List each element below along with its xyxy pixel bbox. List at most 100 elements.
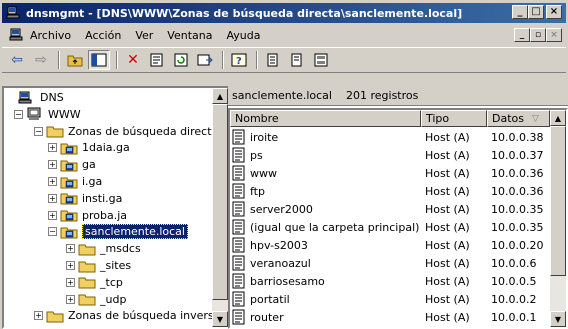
tree-node[interactable]: proba.ja (60, 207, 127, 224)
column-header-nombre[interactable]: Nombre (230, 110, 421, 127)
table-row[interactable]: portatil Host (A) 10.0.0.2 (230, 290, 550, 308)
table-row[interactable]: server2000 Host (A) 10.0.0.35 (230, 200, 550, 218)
expand-toggle[interactable]: + (66, 277, 75, 287)
expand-toggle[interactable]: + (48, 143, 57, 153)
expand-toggle[interactable]: + (66, 261, 75, 270)
record-data: 10.0.0.36 (491, 166, 544, 180)
folder-icon (46, 126, 64, 138)
table-row[interactable]: www Host (A) 10.0.0.36 (230, 164, 550, 182)
maximize-button[interactable]: □ (528, 5, 544, 19)
tree-node[interactable]: Zonas de búsqueda direct (46, 123, 212, 140)
minimize-button[interactable]: _ (512, 5, 528, 19)
new-record-button[interactable] (262, 50, 284, 70)
help-button[interactable]: ? (228, 50, 250, 70)
tree-scrollbar[interactable]: ▲ ▼ (212, 88, 228, 327)
properties-button[interactable] (146, 50, 168, 70)
table-row[interactable]: iroite Host (A) 10.0.0.38 (230, 128, 550, 146)
table-row[interactable]: veranoazul Host (A) 10.0.0.6 (230, 254, 550, 272)
toolbar-separator (116, 51, 118, 69)
list-scroll-down-button[interactable]: ▼ (550, 311, 566, 327)
tree-node[interactable]: _msdcs (78, 240, 141, 257)
list-scrollbar[interactable]: ▲ ▼ (550, 110, 566, 327)
svg-text:?: ? (236, 56, 242, 67)
zone-icon (60, 227, 78, 239)
menu-ver[interactable]: Ver (135, 29, 153, 42)
table-row[interactable]: ps Host (A) 10.0.0.37 (230, 146, 550, 164)
record-icon (232, 309, 245, 325)
collapse-toggle[interactable]: − (34, 126, 43, 136)
record-list[interactable]: Nombre Tipo Datos ▽ iroite Host (A) 10.0.0.… (228, 108, 568, 329)
back-button[interactable]: ⇦ (6, 50, 28, 70)
table-row[interactable]: (igual que la carpeta principal) Host (A)… (230, 218, 550, 236)
menu-archivo[interactable]: Archivo (30, 29, 71, 42)
server-button[interactable] (310, 50, 332, 70)
mdi-close-button[interactable]: × (546, 28, 562, 42)
list-scroll-thumb[interactable] (550, 126, 566, 276)
delete-button[interactable]: ✕ (122, 50, 144, 70)
server-icon (314, 53, 328, 67)
table-row[interactable]: barriosesamo Host (A) 10.0.0.5 (230, 272, 550, 290)
tree-scroll-thumb[interactable] (212, 104, 228, 300)
menu-ayuda[interactable]: Ayuda (226, 29, 260, 42)
table-row[interactable]: ftp Host (A) 10.0.0.36 (230, 182, 550, 200)
new-record2-button[interactable] (286, 50, 308, 70)
export-icon (197, 54, 213, 66)
expand-toggle[interactable]: + (48, 160, 57, 170)
list-scroll-up-button[interactable]: ▲ (550, 110, 566, 126)
table-row[interactable]: hpv-s2003 Host (A) 10.0.0.20 (230, 236, 550, 254)
forward-button[interactable]: ⇨ (30, 50, 52, 70)
export-button[interactable] (194, 50, 216, 70)
tree-node[interactable]: WWW (26, 106, 81, 123)
tree-node[interactable]: i.ga (60, 173, 102, 190)
tree-node[interactable]: ga (60, 156, 96, 173)
up-folder-icon (67, 55, 83, 67)
console-tree[interactable]: DNS − WWW − Zonas de búsqueda direct +1daia.g… (2, 86, 230, 329)
tree-node[interactable]: _sites (78, 257, 131, 274)
close-button[interactable]: × (546, 5, 562, 19)
collapse-toggle[interactable]: − (48, 227, 57, 237)
tree-node[interactable]: insti.ga (60, 190, 122, 207)
tree-node-label: DNS (40, 91, 64, 104)
tree-node[interactable]: _tcp (78, 274, 123, 291)
expand-toggle[interactable]: + (66, 294, 75, 304)
record-data: 10.0.0.20 (491, 238, 544, 252)
tree-node[interactable]: 1daia.ga (60, 139, 130, 156)
tree-node[interactable]: DNS (18, 89, 64, 106)
tree-node[interactable]: _udp (78, 291, 126, 308)
dns-icon (18, 91, 32, 103)
record-icon (232, 129, 245, 145)
expand-toggle[interactable]: + (48, 210, 57, 220)
record-icon (232, 183, 245, 199)
column-header-label: Nombre (235, 112, 279, 125)
up-level-button[interactable] (64, 50, 86, 70)
column-header-label: Datos (492, 112, 524, 125)
mdi-restore-button[interactable]: ▫ (530, 28, 546, 42)
tree-node[interactable]: sanclemente.local (60, 223, 188, 240)
expand-toggle[interactable]: + (66, 244, 75, 254)
mdi-minimize-button[interactable]: _ (514, 28, 530, 42)
expand-toggle[interactable]: + (48, 193, 57, 203)
column-header-datos[interactable]: Datos ▽ (487, 110, 550, 127)
menu-accion[interactable]: Acción (85, 29, 121, 42)
refresh-button[interactable] (170, 50, 192, 70)
zone-name: sanclemente.local (232, 89, 332, 102)
show-tree-button[interactable] (88, 50, 110, 70)
column-header-tipo[interactable]: Tipo (421, 110, 487, 127)
collapse-toggle[interactable]: − (14, 109, 23, 119)
record-icon (232, 237, 245, 253)
expand-toggle[interactable]: + (48, 177, 57, 186)
zone-icon (60, 193, 78, 205)
expand-toggle[interactable]: + (34, 311, 43, 321)
console-icon[interactable] (8, 28, 26, 42)
record-icon (267, 53, 278, 67)
title-bar[interactable]: dnsmgmt - [DNS\WWW\Zonas de búsqueda dir… (2, 3, 566, 23)
folder-icon (78, 261, 96, 272)
record-type: Host (A) (425, 274, 470, 288)
tree-scroll-down-button[interactable]: ▼ (212, 311, 228, 327)
tree-scroll-up-button[interactable]: ▲ (212, 88, 228, 104)
details-header: sanclemente.local 201 registros (228, 86, 568, 106)
menu-ventana[interactable]: Ventana (167, 29, 212, 42)
tree-node[interactable]: Zonas de búsqueda invers (46, 307, 214, 324)
refresh-icon (174, 53, 188, 67)
table-row[interactable]: router Host (A) 10.0.0.1 (230, 308, 550, 326)
